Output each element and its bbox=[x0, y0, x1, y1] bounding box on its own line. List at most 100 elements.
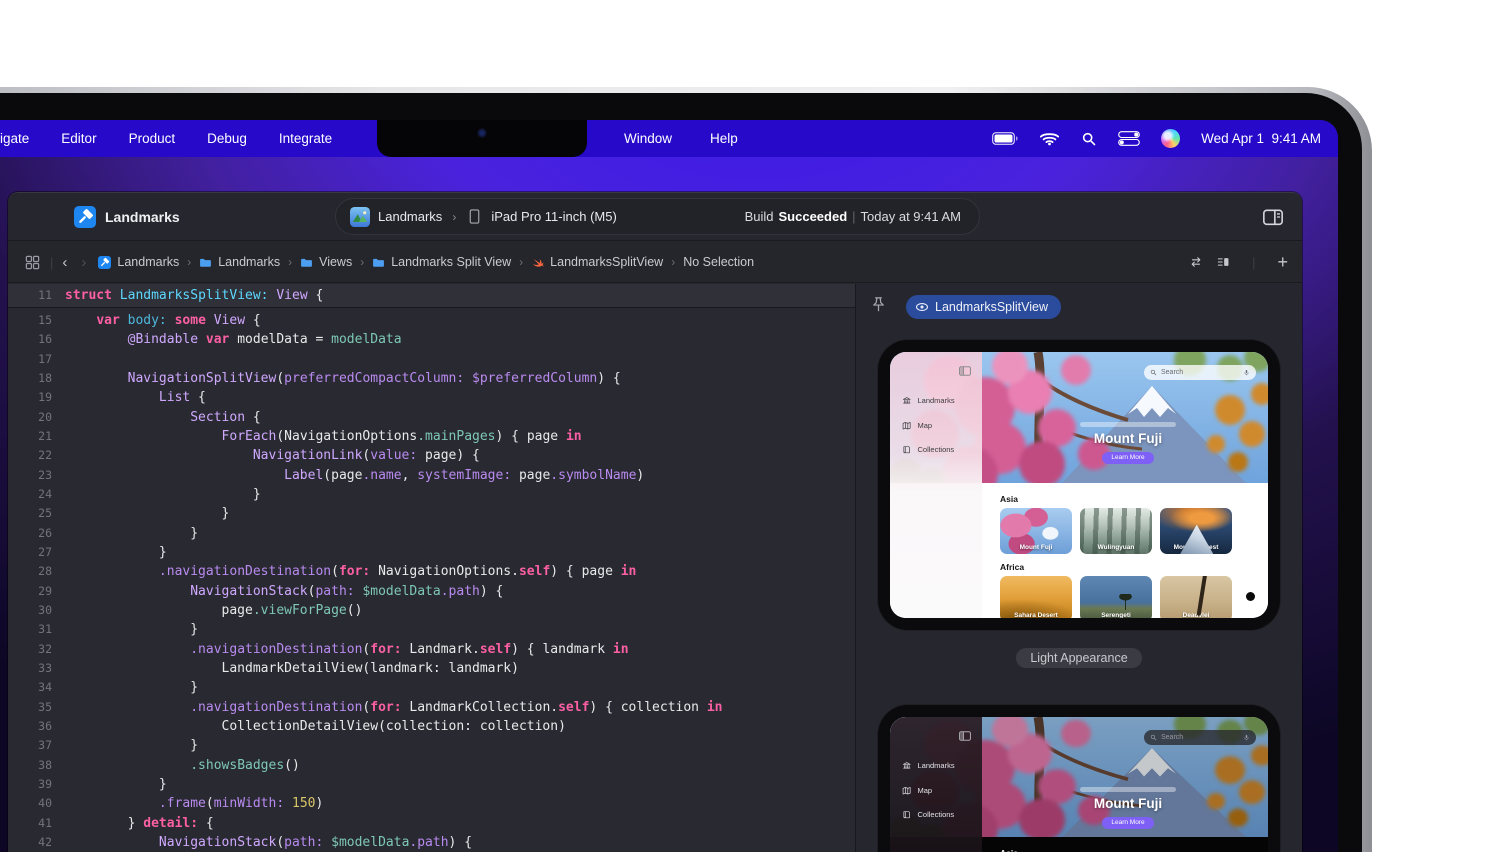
menu-navigate[interactable]: Navigate bbox=[0, 120, 45, 157]
forward-button[interactable]: › bbox=[81, 254, 86, 271]
building-icon bbox=[902, 761, 912, 771]
line-number: 30 bbox=[8, 601, 52, 620]
related-items-icon[interactable] bbox=[24, 254, 41, 271]
breadcrumb-separator: › bbox=[187, 255, 191, 269]
sidebar-item-map[interactable]: Map bbox=[902, 786, 982, 796]
sidebar-item-landmarks[interactable]: Landmarks bbox=[902, 761, 982, 771]
code-line: 31 } bbox=[8, 620, 855, 639]
preview-name-pill[interactable]: LandmarksSplitView bbox=[906, 295, 1061, 319]
landmark-card[interactable]: Mount Everest bbox=[1160, 508, 1232, 554]
sidebar-toggle-icon[interactable] bbox=[958, 729, 972, 743]
line-number: 19 bbox=[8, 388, 52, 407]
breadcrumb: Landmarks›Landmarks›Views›Landmarks Spli… bbox=[98, 255, 754, 269]
minimap-options-icon[interactable] bbox=[1216, 255, 1230, 269]
card-row: Sahara DesertSerengetiDeadvlei bbox=[1000, 576, 1268, 618]
code-text: } detail: { bbox=[52, 814, 214, 833]
activity-view[interactable]: Build Succeeded | Today at 9:41 AM bbox=[745, 209, 979, 224]
code-line: 37 } bbox=[8, 736, 855, 755]
spotlight-icon[interactable] bbox=[1081, 131, 1097, 147]
sidebar-item-label: Map bbox=[918, 421, 933, 430]
control-center-icon[interactable] bbox=[1118, 131, 1140, 146]
sidebar-item-landmarks[interactable]: Landmarks bbox=[902, 396, 982, 406]
scheme-name[interactable]: Landmarks bbox=[378, 209, 442, 224]
sidebar-item-label: Map bbox=[918, 786, 933, 795]
book-icon bbox=[902, 445, 912, 455]
jump-bar-divider: | bbox=[1252, 255, 1255, 270]
learn-more-button[interactable]: Learn More bbox=[1102, 452, 1153, 464]
breadcrumb-item[interactable]: Views bbox=[300, 255, 352, 269]
line-number: 29 bbox=[8, 582, 52, 601]
code-review-icon[interactable] bbox=[1189, 255, 1203, 269]
hero-title: Mount Fuji bbox=[1060, 431, 1196, 446]
menu-window[interactable]: Window bbox=[608, 120, 688, 157]
breadcrumb-item[interactable]: Landmarks bbox=[98, 255, 179, 269]
breadcrumb-label: LandmarksSplitView bbox=[550, 255, 663, 269]
editor-options-button[interactable] bbox=[1256, 200, 1290, 234]
preview-device-dark[interactable]: Mount FujiLearn MoreAsiaMount FujiWuling… bbox=[878, 705, 1280, 852]
code-line: 15 var body: some View { bbox=[8, 311, 855, 330]
menu-integrate[interactable]: Integrate bbox=[263, 120, 348, 157]
preview-name: LandmarksSplitView bbox=[935, 300, 1048, 314]
siri-icon[interactable] bbox=[1161, 129, 1180, 148]
scheme-destination[interactable]: Landmarks › iPad Pro 11-inch (M5) bbox=[336, 207, 617, 227]
code-text: LandmarkDetailView(landmark: landmark) bbox=[52, 659, 519, 678]
sidebar-item-collections[interactable]: Collections bbox=[902, 445, 982, 455]
landmark-card[interactable]: Wulingyuan bbox=[1080, 508, 1152, 554]
landmark-card[interactable]: Mount Fuji bbox=[1000, 508, 1072, 554]
menu-debug[interactable]: Debug bbox=[191, 120, 263, 157]
menu-bar-clock[interactable]: Wed Apr 1 9:41 AM bbox=[1201, 131, 1321, 146]
app-sidebar: Landmarks Map Collections bbox=[890, 717, 982, 852]
preview-device-light[interactable]: Mount FujiLearn MoreAsiaMount FujiWuling… bbox=[878, 340, 1280, 630]
sidebar-item-label: Landmarks bbox=[918, 761, 955, 770]
code-text: NavigationSplitView(preferredCompactColu… bbox=[52, 369, 621, 388]
line-number: 11 bbox=[8, 284, 52, 307]
code-text: Label(page.name, systemImage: page.symbo… bbox=[52, 466, 644, 485]
landmark-card[interactable]: Deadvlei bbox=[1160, 576, 1232, 618]
line-number: 16 bbox=[8, 330, 52, 349]
code-line: 24 } bbox=[8, 485, 855, 504]
build-status: Succeeded bbox=[779, 209, 848, 224]
battery-icon[interactable] bbox=[992, 132, 1018, 145]
breadcrumb-item[interactable]: LandmarksSplitView bbox=[531, 255, 663, 269]
menu-help[interactable]: Help bbox=[694, 120, 754, 157]
sidebar-item-label: Collections bbox=[918, 445, 955, 454]
building-icon bbox=[902, 396, 912, 406]
wifi-icon[interactable] bbox=[1039, 131, 1060, 146]
sidebar-item-map[interactable]: Map bbox=[902, 421, 982, 431]
menu-product[interactable]: Product bbox=[113, 120, 192, 157]
line-number: 40 bbox=[8, 794, 52, 813]
mac-desktop: NavigateEditorProductDebugIntegrate Wind… bbox=[0, 120, 1338, 852]
search-field[interactable]: Search bbox=[1144, 365, 1256, 380]
line-number: 23 bbox=[8, 466, 52, 485]
build-time: Today at 9:41 AM bbox=[861, 209, 961, 224]
run-destination-pill[interactable]: Landmarks › iPad Pro 11-inch (M5) Build … bbox=[335, 198, 980, 235]
add-editor-button[interactable]: + bbox=[1277, 253, 1288, 271]
breadcrumb-item[interactable]: No Selection bbox=[683, 255, 754, 269]
eye-icon bbox=[915, 300, 929, 314]
breadcrumb-item[interactable]: Landmarks bbox=[199, 255, 280, 269]
code-line: 33 LandmarkDetailView(landmark: landmark… bbox=[8, 659, 855, 678]
code-line: 30 page.viewForPage() bbox=[8, 601, 855, 620]
destination-name[interactable]: iPad Pro 11-inch (M5) bbox=[491, 209, 616, 224]
source-editor[interactable]: 11struct LandmarksSplitView: View {15 va… bbox=[8, 284, 855, 852]
sidebar-toggle-icon[interactable] bbox=[958, 364, 972, 378]
line-number: 42 bbox=[8, 833, 52, 852]
project-title: Landmarks bbox=[105, 209, 180, 225]
menu-editor[interactable]: Editor bbox=[45, 120, 112, 157]
landmark-card[interactable]: Serengeti bbox=[1080, 576, 1152, 618]
breadcrumb-item[interactable]: Landmarks Split View bbox=[372, 255, 511, 269]
sidebar-item-collections[interactable]: Collections bbox=[902, 810, 982, 820]
search-field[interactable]: Search bbox=[1144, 730, 1256, 745]
code-text: .navigationDestination(for: LandmarkColl… bbox=[52, 698, 722, 717]
code-line: 40 .frame(minWidth: 150) bbox=[8, 794, 855, 813]
back-button[interactable]: ‹ bbox=[62, 254, 67, 271]
line-number: 35 bbox=[8, 698, 52, 717]
jump-bar-divider: | bbox=[50, 255, 53, 270]
jump-bar: | ‹ › Landmarks›Landmarks›Views›Landmark… bbox=[8, 242, 1302, 283]
breadcrumb-separator: › bbox=[288, 255, 292, 269]
code-line: 17 bbox=[8, 350, 855, 369]
pin-preview-button[interactable] bbox=[870, 296, 887, 314]
code-line: 19 List { bbox=[8, 388, 855, 407]
landmark-card[interactable]: Sahara Desert bbox=[1000, 576, 1072, 618]
learn-more-button[interactable]: Learn More bbox=[1102, 817, 1153, 829]
